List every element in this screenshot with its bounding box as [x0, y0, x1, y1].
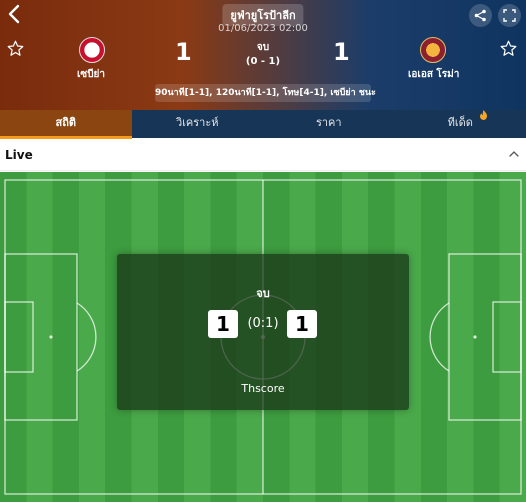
expand-icon [503, 9, 516, 22]
tab-bar: สถิติ วิเคราะห์ ราคา ทีเด็ด [0, 110, 526, 139]
match-status: จบ [256, 42, 270, 53]
tab-analysis[interactable]: วิเคราะห์ [132, 110, 264, 138]
share-button[interactable] [469, 4, 492, 27]
live-label: Live [5, 148, 33, 162]
overlay-away-score: 1 [287, 310, 317, 338]
overlay-half-time: (0:1) [247, 316, 279, 331]
fire-icon [480, 110, 487, 120]
score-overlay: จบ 1 (0:1) 1 Thscore [117, 254, 409, 410]
live-section-header[interactable]: Live [0, 139, 526, 171]
away-team-name[interactable]: เอเอส โรม่า [408, 67, 459, 82]
home-team-name[interactable]: เซบีย่า [77, 67, 105, 82]
share-icon [474, 9, 486, 22]
chevron-up-icon[interactable] [508, 149, 520, 159]
overlay-status: จบ [256, 287, 270, 300]
expand-button[interactable] [498, 4, 521, 27]
tab-odds[interactable]: ราคา [263, 110, 395, 138]
result-detail: 90นาที[1-1], 120นาที[1-1], โทษ[4-1], เซบ… [155, 84, 376, 102]
match-header: ยูฟ่ายูโรป้าลีก 01/06/2023 02:00 เซบีย่า… [0, 0, 526, 110]
tab-tips[interactable]: ทีเด็ด [395, 110, 526, 138]
half-time-score: (0 - 1) [245, 56, 281, 67]
away-team-logo[interactable] [420, 37, 446, 63]
tab-stats[interactable]: สถิติ [0, 110, 132, 139]
match-datetime: 01/06/2023 02:00 [218, 23, 308, 34]
away-score: 1 [333, 38, 350, 66]
chevron-left-icon[interactable] [4, 3, 26, 25]
overlay-brand: Thscore [241, 382, 285, 395]
